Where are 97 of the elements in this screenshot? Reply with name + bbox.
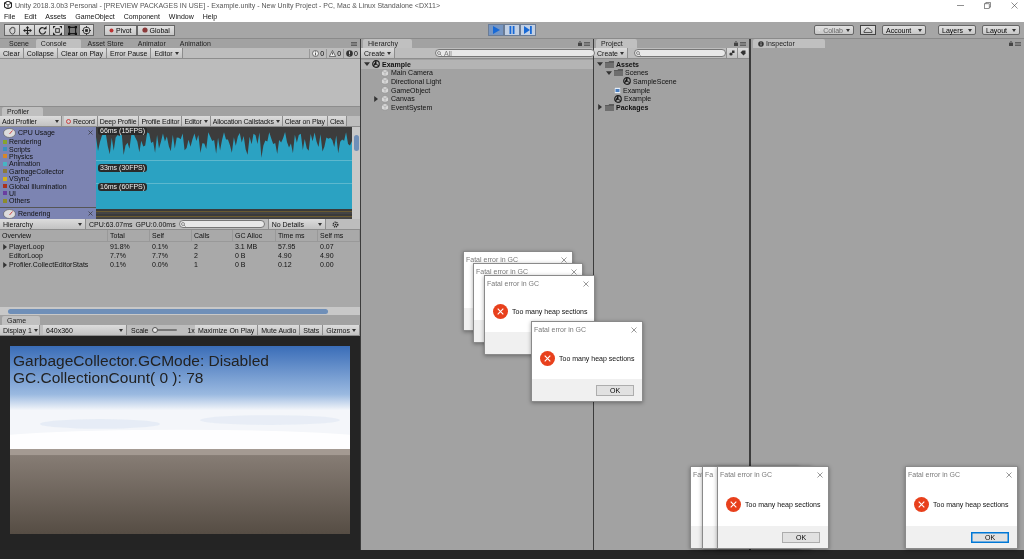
cloud-icon xyxy=(863,27,873,33)
image-file-icon xyxy=(614,86,621,94)
horizontal-scrollbar[interactable] xyxy=(0,307,360,315)
rect-tool-icon xyxy=(67,25,77,35)
search-icon xyxy=(180,221,186,227)
expand-arrow-icon[interactable] xyxy=(364,61,370,68)
legend-swatch[interactable] xyxy=(3,191,7,196)
close-icon[interactable] xyxy=(583,280,589,287)
tool-button[interactable] xyxy=(34,24,49,36)
close-icon[interactable] xyxy=(561,256,567,263)
search-field[interactable] xyxy=(634,49,726,57)
caret-icon xyxy=(78,222,82,226)
legend-swatch[interactable] xyxy=(3,169,7,174)
caret-icon xyxy=(352,328,356,332)
scale-icon xyxy=(52,25,62,35)
lock-icon[interactable] xyxy=(578,41,582,46)
caret-icon xyxy=(317,222,322,226)
pause-icon xyxy=(508,26,516,34)
expand-arrow-icon[interactable] xyxy=(597,61,603,68)
caret-icon xyxy=(119,328,123,332)
menu-icon[interactable] xyxy=(1015,41,1021,46)
playback-button[interactable] xyxy=(520,24,536,36)
expand-arrow-icon[interactable] xyxy=(2,261,8,268)
hand-icon xyxy=(7,25,17,35)
caret-icon xyxy=(968,28,972,32)
folder-icon xyxy=(605,103,614,111)
caret-icon xyxy=(620,51,624,55)
lock-icon[interactable] xyxy=(734,41,738,46)
transform-icon xyxy=(82,25,91,35)
globe-icon xyxy=(141,27,148,33)
caret-icon xyxy=(387,51,391,55)
scene-icon xyxy=(623,77,631,86)
menu-icon[interactable] xyxy=(584,41,590,46)
tool-button[interactable] xyxy=(19,24,34,36)
scene-icon xyxy=(614,94,622,103)
caret-icon xyxy=(55,119,59,123)
error-icon xyxy=(540,350,555,366)
caret-icon xyxy=(918,28,922,32)
app-logo-icon xyxy=(4,1,12,9)
lock-icon[interactable] xyxy=(1009,41,1013,46)
close-icon[interactable] xyxy=(1011,1,1018,9)
close-icon[interactable] xyxy=(571,268,577,275)
debug-text: GarbageCollector.GCMode: Disabled xyxy=(13,352,269,369)
legend-swatch[interactable] xyxy=(3,161,7,166)
filter-label-button[interactable] xyxy=(737,48,748,58)
warning-icon xyxy=(329,49,337,57)
legend-swatch[interactable] xyxy=(3,154,7,159)
pivot-icon xyxy=(109,27,114,33)
debug-text: GC.CollectionCount( 0 ): 78 xyxy=(13,369,205,386)
restore-icon[interactable] xyxy=(984,1,991,9)
legend-swatch[interactable] xyxy=(3,176,7,181)
legend-swatch[interactable] xyxy=(3,198,7,203)
caret-icon xyxy=(846,28,850,32)
close-icon[interactable] xyxy=(88,130,93,135)
cloud-button[interactable] xyxy=(860,25,876,35)
menu-icon[interactable] xyxy=(740,41,746,46)
expand-arrow-icon[interactable] xyxy=(606,69,612,76)
error-icon xyxy=(493,304,508,319)
caret-icon xyxy=(33,328,38,332)
playback-button[interactable] xyxy=(504,24,520,36)
shapes-icon xyxy=(729,50,735,56)
scene-icon xyxy=(372,60,380,69)
info-icon xyxy=(758,40,764,47)
play-icon xyxy=(492,26,500,34)
caret-icon xyxy=(275,119,280,123)
close-icon[interactable] xyxy=(88,211,93,216)
filter-type-button[interactable] xyxy=(726,48,737,58)
close-icon[interactable] xyxy=(817,471,823,478)
legend-swatch[interactable] xyxy=(3,139,7,144)
search-icon xyxy=(437,50,442,56)
caret-icon xyxy=(174,51,179,55)
search-icon xyxy=(636,50,641,56)
search-field[interactable] xyxy=(178,220,265,228)
error-icon xyxy=(726,496,741,512)
caret-icon xyxy=(1012,28,1016,32)
error-icon xyxy=(346,49,354,57)
close-icon[interactable] xyxy=(631,326,637,333)
close-icon[interactable] xyxy=(1006,471,1012,478)
tag-icon xyxy=(740,50,746,56)
expand-arrow-icon[interactable] xyxy=(597,104,603,111)
tool-button[interactable] xyxy=(49,24,64,36)
info-icon xyxy=(312,49,320,57)
playback-button[interactable] xyxy=(488,24,504,36)
legend-swatch[interactable] xyxy=(3,147,7,152)
gauge-icon xyxy=(3,127,16,138)
step-icon xyxy=(524,26,532,34)
rotate-icon xyxy=(37,25,47,35)
record-icon xyxy=(66,118,71,124)
move-icon xyxy=(22,25,32,35)
error-icon xyxy=(914,496,929,512)
expand-arrow-icon[interactable] xyxy=(373,95,379,102)
expand-arrow-icon[interactable] xyxy=(2,243,8,250)
legend-swatch[interactable] xyxy=(3,184,7,189)
caret-icon xyxy=(203,119,208,123)
settings-icon[interactable] xyxy=(331,220,339,228)
vertical-scrollbar[interactable] xyxy=(352,127,360,219)
tool-button[interactable] xyxy=(79,24,94,36)
